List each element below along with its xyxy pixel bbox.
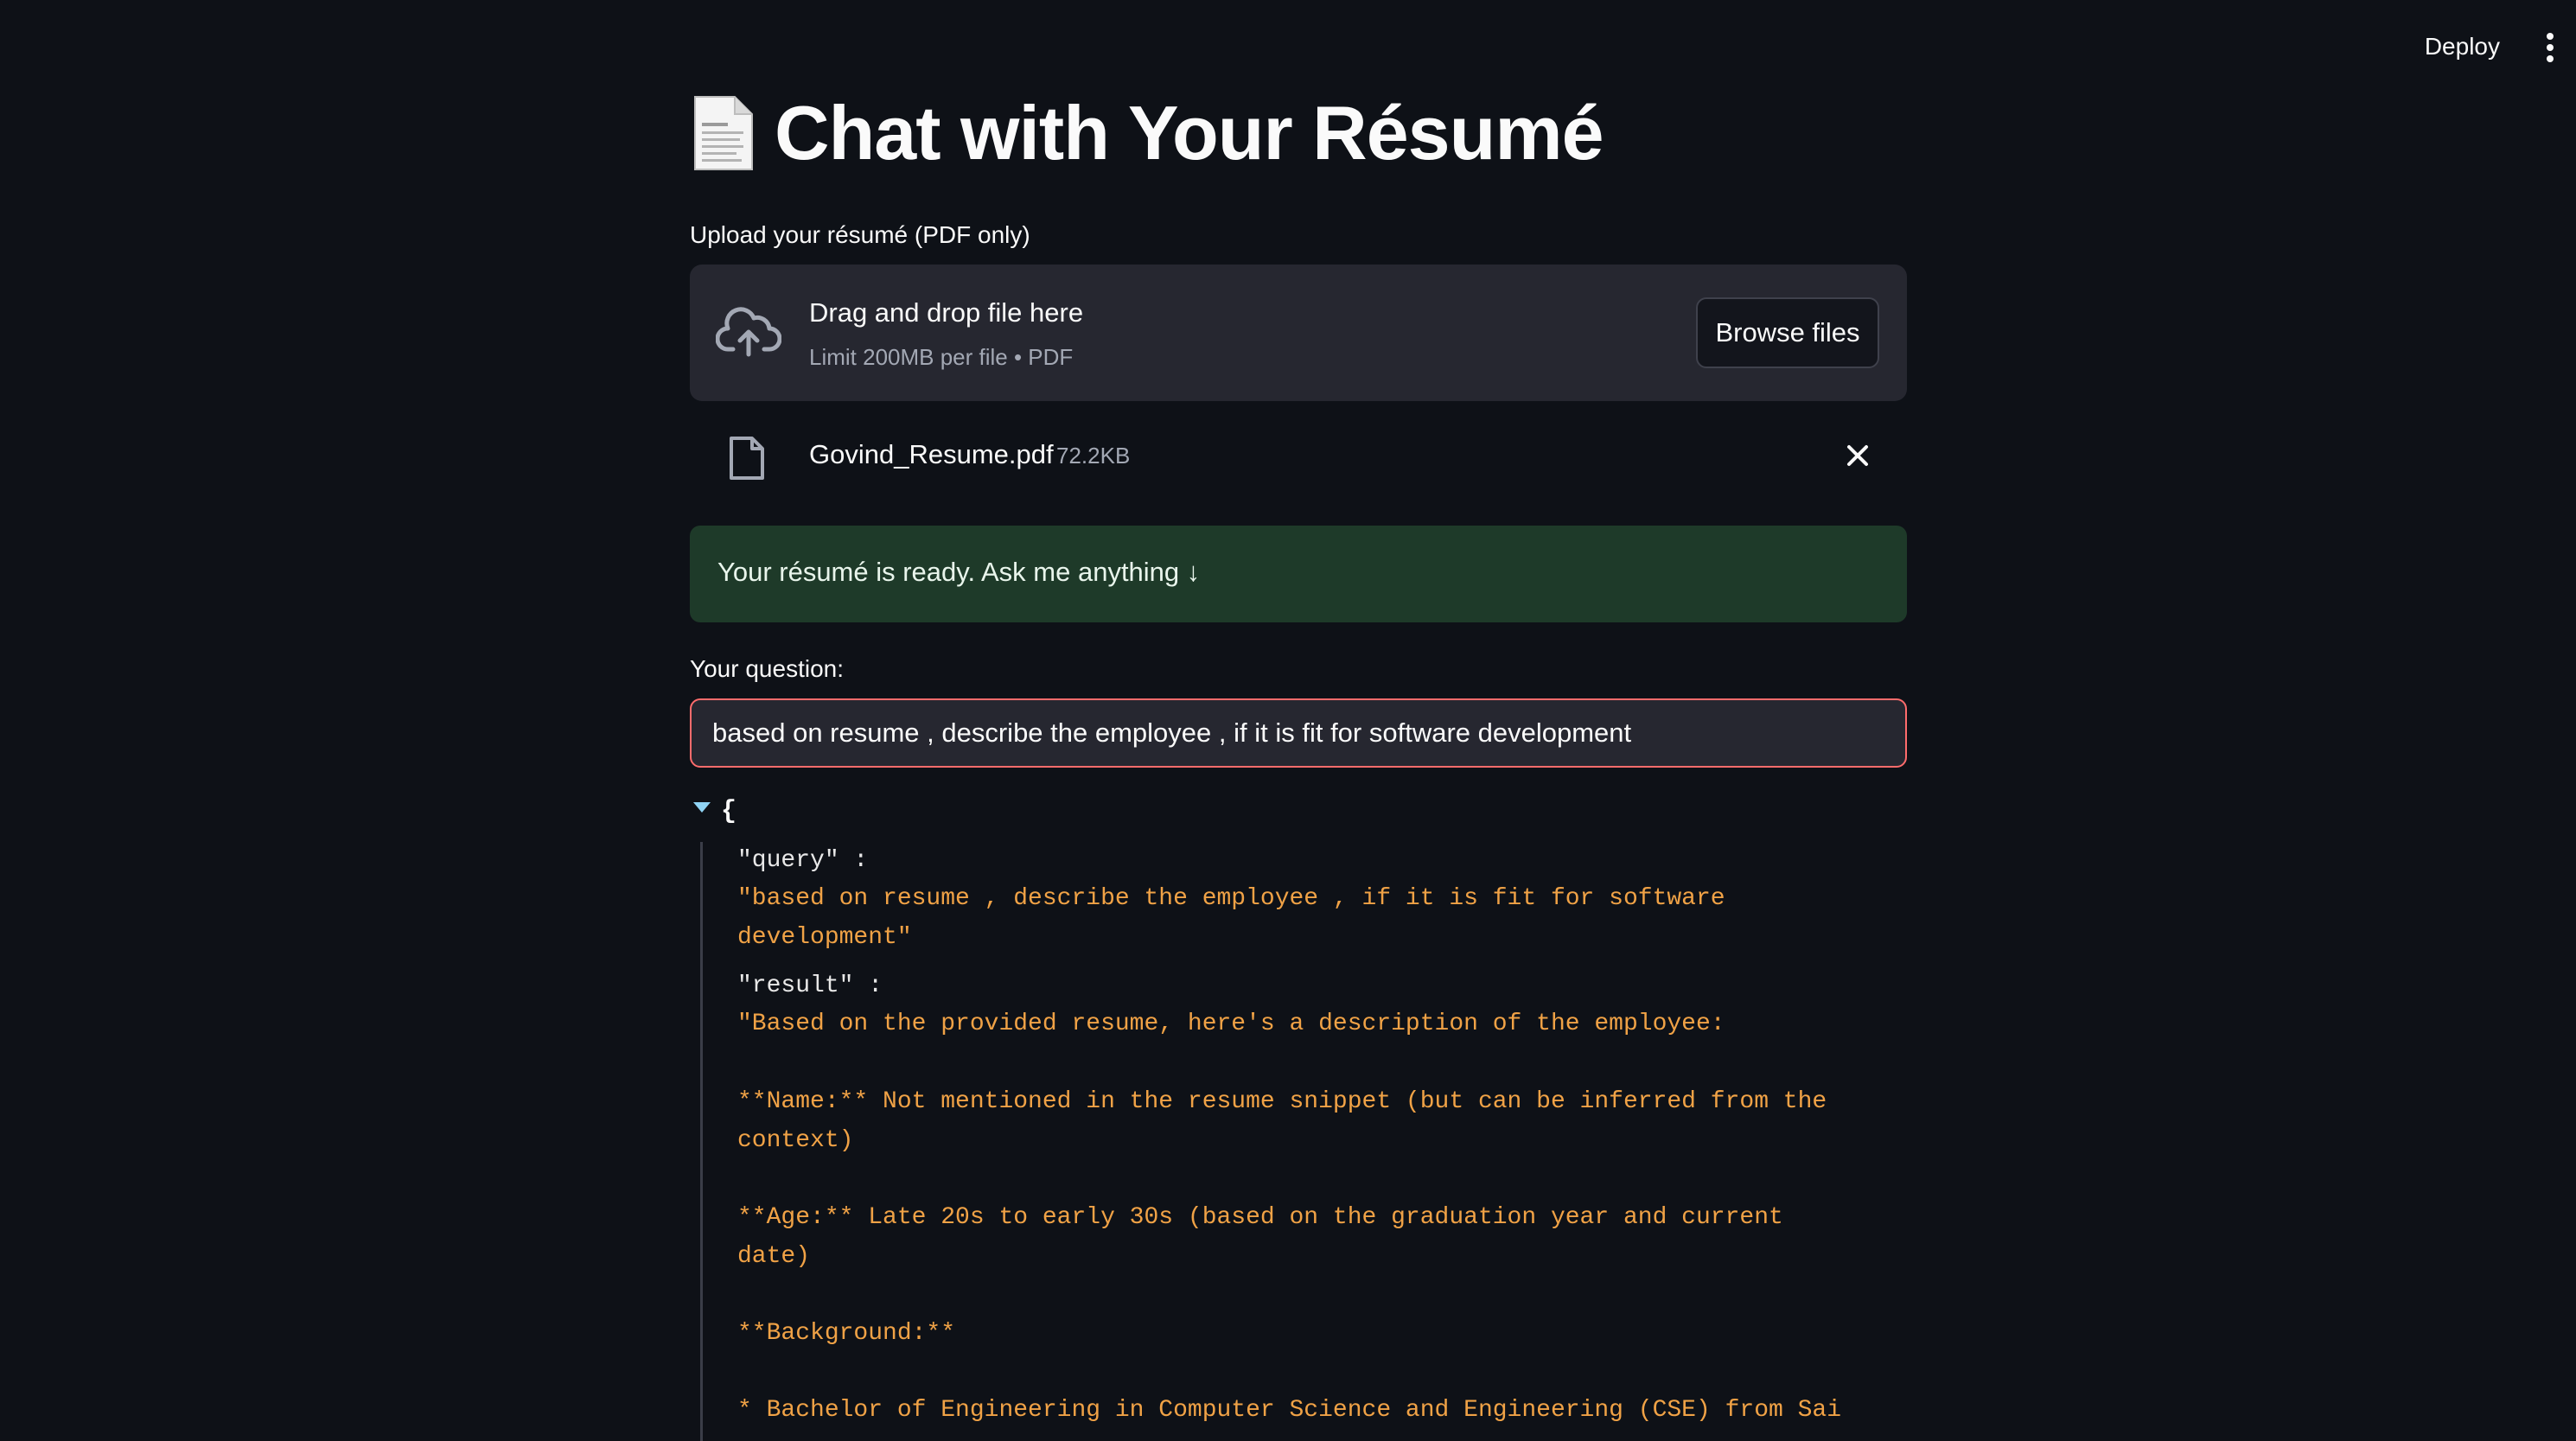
kebab-menu-icon[interactable] <box>2541 33 2559 62</box>
file-size: 72.2KB <box>1056 443 1131 469</box>
deploy-button[interactable]: Deploy <box>2418 29 2507 64</box>
dropzone-limit: Limit 200MB per file • PDF <box>809 344 1074 370</box>
page-title-row: Chat with Your Résumé <box>690 93 1604 173</box>
json-key-result: "result" : <box>737 972 883 1000</box>
cloud-upload-icon <box>715 303 782 361</box>
upload-label: Upload your résumé (PDF only) <box>690 221 1030 248</box>
document-icon <box>690 93 756 173</box>
question-label: Your question: <box>690 655 844 682</box>
json-value-query: "based on resume , describe the employee… <box>737 885 1740 951</box>
dropzone-title: Drag and drop file here <box>809 297 1084 328</box>
question-input[interactable] <box>690 698 1907 768</box>
close-icon[interactable] <box>1843 441 1872 470</box>
json-body: "query" : "based on resume , describe th… <box>700 842 1907 1441</box>
success-alert: Your résumé is ready. Ask me anything ↓ <box>690 526 1907 622</box>
collapse-toggle-icon[interactable] <box>693 802 711 813</box>
json-open-brace: { <box>721 797 737 826</box>
page-title: Chat with Your Résumé <box>775 90 1604 175</box>
app-header: Deploy <box>0 0 2576 97</box>
file-name: Govind_Resume.pdf <box>809 439 1054 469</box>
uploaded-file-row: Govind_Resume.pdf 72.2KB <box>690 424 1907 488</box>
json-value-result: "Based on the provided resume, here's a … <box>737 1011 1842 1425</box>
file-dropzone[interactable]: Drag and drop file here Limit 200MB per … <box>690 265 1907 401</box>
json-key-query: "query" : <box>737 847 869 874</box>
file-icon <box>728 436 766 481</box>
success-message: Your résumé is ready. Ask me anything ↓ <box>717 557 1201 587</box>
browse-files-button[interactable]: Browse files <box>1696 297 1879 368</box>
